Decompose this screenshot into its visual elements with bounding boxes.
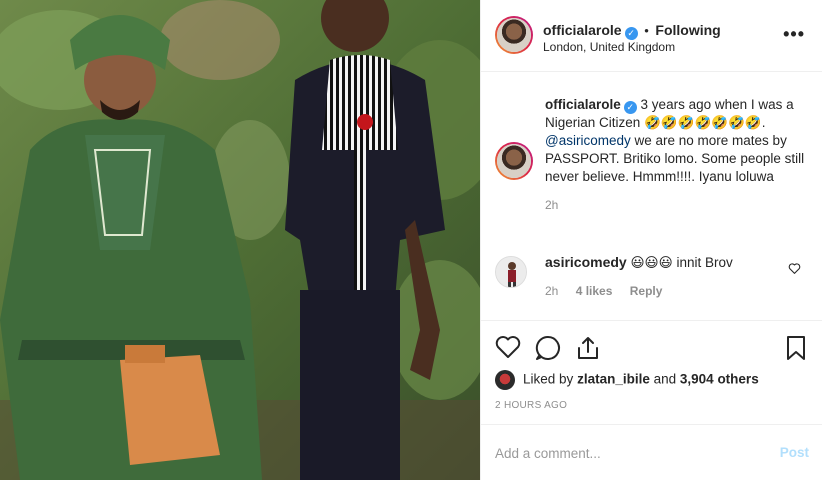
comment-body: 😃😃😃 innit Brov (630, 255, 733, 270)
author-avatar[interactable] (495, 16, 533, 54)
verified-badge-icon: ✓ (624, 27, 638, 40)
liker-avatar[interactable] (495, 370, 515, 390)
caption-author-username[interactable]: officialarole (545, 97, 621, 112)
caption-text: officialarole ✓ 3 years ago when I was a … (545, 96, 811, 186)
more-options-icon[interactable]: ••• (783, 24, 805, 45)
post-comment-button[interactable]: Post (780, 445, 809, 460)
likes-connector: and (653, 371, 677, 387)
comment-reply-button[interactable]: Reply (630, 284, 663, 298)
heart-icon[interactable] (495, 335, 521, 362)
post-details-panel: officialarole ✓ • Following London, Unite… (480, 0, 822, 480)
comment-item: asiricomedy 😃😃😃 innit Brov 2h 4 likes Re… (495, 254, 811, 304)
commenter-username[interactable]: asiricomedy (545, 254, 627, 270)
comment-meta: 2h 4 likes Reply (545, 284, 676, 298)
comment-heart-icon[interactable] (788, 262, 801, 278)
instagram-post-view: officialarole ✓ • Following London, Unite… (0, 0, 822, 480)
caption-author-avatar[interactable] (495, 142, 533, 180)
share-icon[interactable] (575, 335, 601, 364)
likes-summary: Liked by zlatan_ibile and 3,904 others (495, 370, 759, 392)
likes-others-count[interactable]: 3,904 others (680, 372, 759, 387)
post-actions (481, 320, 822, 372)
add-comment-input[interactable] (495, 443, 745, 463)
separator-dot: • (644, 23, 649, 38)
commenter-avatar-image (496, 257, 526, 287)
post-image (0, 0, 480, 480)
liker-username[interactable]: zlatan_ibile (577, 372, 650, 387)
author-line: officialarole ✓ • Following (543, 22, 721, 40)
likes-prefix: Liked by (523, 371, 574, 387)
comment-text: asiricomedy 😃😃😃 innit Brov (545, 254, 733, 271)
post-photo (0, 0, 480, 480)
post-location[interactable]: London, United Kingdom (543, 40, 675, 54)
comment-time: 2h (545, 284, 559, 298)
post-header: officialarole ✓ • Following London, Unite… (481, 0, 822, 72)
caption-timestamp: 2h (545, 198, 559, 212)
comment-icon[interactable] (535, 335, 561, 364)
following-button[interactable]: Following (655, 22, 720, 38)
post-caption: officialarole ✓ 3 years ago when I was a … (495, 96, 811, 212)
bookmark-icon[interactable] (785, 335, 807, 364)
add-comment-bar: Post (481, 424, 822, 480)
caption-mention-link[interactable]: @asiricomedy (545, 133, 631, 148)
comment-likes[interactable]: 4 likes (576, 284, 613, 298)
author-username[interactable]: officialarole (543, 22, 622, 38)
post-timestamp[interactable]: 2 HOURS AGO (495, 400, 567, 411)
commenter-avatar[interactable] (495, 256, 527, 288)
verified-badge-icon: ✓ (623, 101, 637, 114)
